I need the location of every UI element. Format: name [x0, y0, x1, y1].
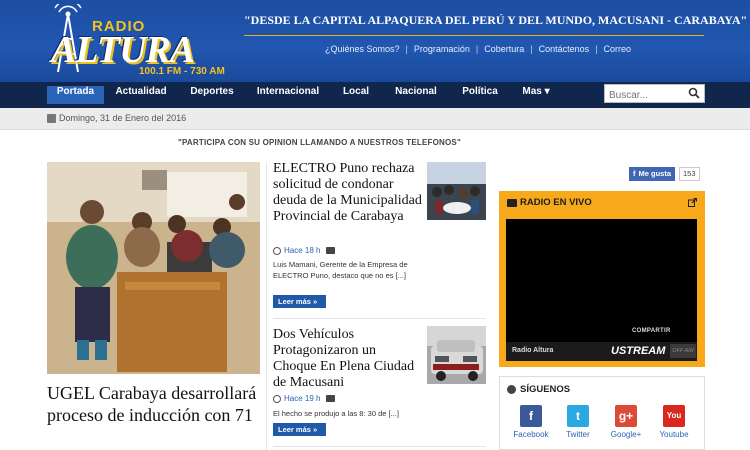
top-link-separator: |: [530, 44, 533, 54]
nav-internacional[interactable]: Internacional: [252, 86, 324, 104]
top-link-separator: |: [475, 44, 479, 54]
follow-us-panel: SÍGUENOS f Facebook t Twitter g+ Google+…: [499, 376, 705, 450]
top-link-cobertura[interactable]: Cobertura: [484, 44, 524, 54]
article-1-time[interactable]: Hace 18 h: [284, 246, 320, 255]
facebook-like-widget: f Me gusta 153: [629, 167, 700, 181]
nav-deportes[interactable]: Deportes: [184, 86, 240, 104]
logo-frequency: 100.1 FM - 730 AM: [139, 66, 225, 77]
top-link-contactenos[interactable]: Contáctenos: [539, 44, 590, 54]
current-date: Domingo, 31 de Enero del 2016: [47, 113, 186, 123]
external-link-icon[interactable]: [688, 198, 697, 207]
feature-headline[interactable]: UGEL Carabaya desarrollará proceso de in…: [47, 382, 267, 426]
googleplus-icon[interactable]: g+: [615, 405, 637, 427]
social-youtube[interactable]: You Youtube: [652, 405, 696, 439]
nav-local[interactable]: Local: [336, 86, 376, 104]
article-1-read-more-button[interactable]: Leer más »: [273, 295, 326, 308]
feature-photo: [47, 162, 260, 374]
top-link-separator: |: [595, 44, 598, 54]
comment-icon[interactable]: [326, 247, 336, 254]
nav-portada[interactable]: Portada: [47, 86, 104, 104]
search-icon[interactable]: [688, 87, 700, 99]
follow-us-header: SÍGUENOS: [507, 384, 570, 395]
player-channel-name: Radio Altura: [512, 347, 554, 354]
tagline-divider: [244, 35, 704, 36]
article-1-excerpt: Luis Mamani, Gerente de la Empresa de EL…: [273, 260, 408, 280]
facebook-like-button[interactable]: f Me gusta: [629, 167, 676, 181]
site-tagline: "DESDE LA CAPITAL ALPAQUERA DEL PERÚ Y D…: [244, 13, 748, 27]
date-text: Domingo, 31 de Enero del 2016: [59, 113, 187, 123]
date-bar: Domingo, 31 de Enero del 2016: [0, 108, 750, 130]
facebook-icon: f: [633, 169, 636, 178]
article-1-photo: [427, 162, 486, 220]
player-control-bar: Radio Altura USTREAM OFF AIR: [506, 342, 697, 361]
like-label: Me gusta: [638, 169, 672, 178]
comment-icon[interactable]: [326, 395, 336, 402]
calendar-icon: [47, 113, 56, 123]
social-twitter-label[interactable]: Twitter: [556, 430, 600, 439]
feature-image[interactable]: [47, 162, 260, 374]
article-2-excerpt: El hecho se produjo a las 8: 30 de [...]: [273, 409, 399, 418]
search-box: [604, 84, 705, 104]
youtube-icon[interactable]: You: [663, 405, 685, 427]
nav-mas-dropdown[interactable]: Mas ▾: [515, 86, 557, 104]
article-1-image[interactable]: [427, 162, 486, 220]
radio-live-header: RADIO EN VIVO: [507, 197, 592, 208]
article-2-meta: Hace 19 h: [273, 394, 336, 403]
social-youtube-label[interactable]: Youtube: [652, 430, 696, 439]
search-input[interactable]: [605, 87, 685, 104]
like-count: 153: [679, 167, 700, 181]
nav-nacional[interactable]: Nacional: [388, 86, 444, 104]
clock-icon: [273, 394, 281, 403]
radio-icon: [507, 198, 517, 207]
top-link-correo[interactable]: Correo: [604, 44, 632, 54]
article-1-meta: Hace 18 h: [273, 246, 336, 255]
social-twitter[interactable]: t Twitter: [556, 405, 600, 439]
social-facebook-label[interactable]: Facebook: [509, 430, 553, 439]
off-air-badge: OFF AIR: [670, 344, 696, 358]
social-facebook[interactable]: f Facebook: [509, 405, 553, 439]
site-logo[interactable]: RADIO ALTURA 100.1 FM - 730 AM: [47, 4, 237, 78]
article-2-image[interactable]: [427, 326, 486, 384]
top-link-separator: |: [405, 44, 408, 54]
article-2-title[interactable]: Dos Vehículos Protagonizaron un Choque E…: [273, 327, 423, 391]
article-2-read-more-button[interactable]: Leer más »: [273, 423, 326, 436]
twitter-icon[interactable]: t: [567, 405, 589, 427]
article-divider: [273, 318, 486, 319]
nav-actualidad[interactable]: Actualidad: [110, 86, 172, 104]
social-googleplus[interactable]: g+ Google+: [604, 405, 648, 439]
column-divider: [266, 162, 267, 450]
article-divider: [273, 446, 486, 447]
site-header: RADIO ALTURA 100.1 FM - 730 AM "DESDE LA…: [0, 0, 750, 82]
social-googleplus-label[interactable]: Google+: [604, 430, 648, 439]
follow-us-title: SÍGUENOS: [520, 384, 571, 395]
globe-icon: [507, 385, 516, 394]
share-button[interactable]: COMPARTIR: [632, 328, 671, 334]
top-link-programacion[interactable]: Programación: [414, 44, 470, 54]
article-1-title[interactable]: ELECTRO Puno rechaza solicitud de condon…: [273, 161, 423, 225]
radio-live-title: RADIO EN VIVO: [520, 197, 592, 208]
facebook-icon[interactable]: f: [520, 405, 542, 427]
top-links: ¿Quiénes Somos? | Programación | Cobertu…: [325, 44, 631, 54]
nav-politica[interactable]: Política: [455, 86, 505, 104]
article-2-time[interactable]: Hace 19 h: [284, 394, 320, 403]
radio-live-panel: RADIO EN VIVO COMPARTIR Radio Altura UST…: [499, 191, 705, 367]
ustream-logo[interactable]: USTREAM: [611, 345, 665, 357]
clock-icon: [273, 246, 281, 255]
top-link-quienes-somos[interactable]: ¿Quiénes Somos?: [325, 44, 400, 54]
call-to-action-banner: "PARTICIPA CON SU OPINION LLAMANDO A NUE…: [178, 138, 461, 147]
ustream-player[interactable]: COMPARTIR Radio Altura USTREAM OFF AIR: [506, 219, 697, 361]
article-2-photo: [427, 326, 486, 384]
